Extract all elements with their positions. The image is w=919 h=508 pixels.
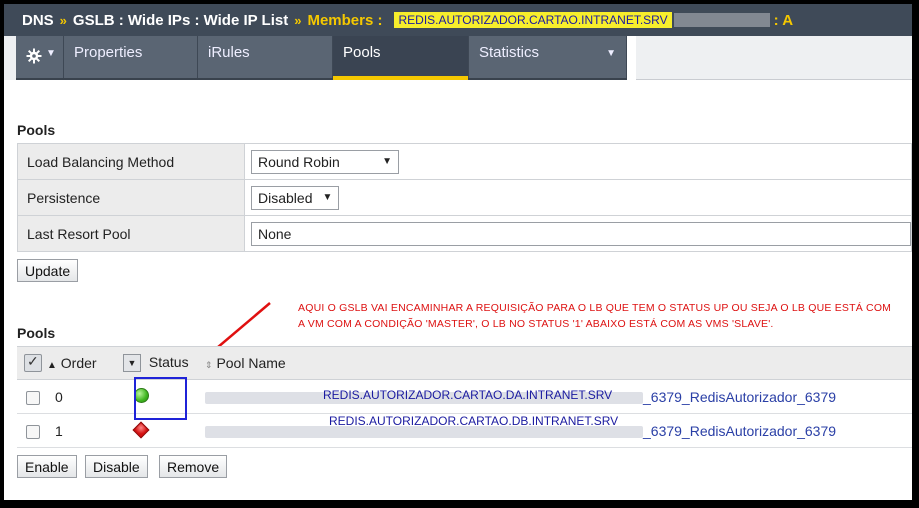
header-checkbox-cell bbox=[17, 346, 47, 380]
column-label: Order bbox=[60, 355, 97, 371]
breadcrumb-member-name: REDIS.AUTORIZADOR.CARTAO.INTRANET.SRV bbox=[394, 12, 672, 28]
header-status[interactable]: ▼ Status bbox=[123, 346, 205, 380]
tab-statistics[interactable]: Statistics ▼ bbox=[469, 36, 627, 78]
gear-icon bbox=[26, 48, 42, 68]
order-cell: 0 bbox=[47, 379, 123, 414]
tab-statistics-label: Statistics bbox=[479, 44, 540, 61]
breadcrumb-dns[interactable]: DNS bbox=[22, 12, 54, 29]
annotation-note: AQUI O GSLB VAI ENCAMINHAR A REQUISIÇÃO … bbox=[298, 302, 892, 330]
row-checkbox-cell bbox=[17, 413, 47, 448]
tab-properties[interactable]: Properties bbox=[64, 36, 198, 78]
tab-irules[interactable]: iRules bbox=[198, 36, 333, 78]
pools-table-title: Pools bbox=[17, 325, 56, 341]
main-frame: DNS » GSLB : Wide IPs : Wide IP List » M… bbox=[4, 4, 912, 500]
chevron-down-icon: ▼ bbox=[46, 48, 56, 59]
setting-row: Last Resort Pool None bbox=[17, 215, 912, 252]
column-label: Status bbox=[148, 353, 189, 370]
chevron-down-icon: ▼ bbox=[322, 192, 333, 203]
table-header: ▲ Order ▼ Status ⇕ Pool Name bbox=[17, 346, 912, 380]
header-order[interactable]: ▲ Order bbox=[47, 346, 123, 380]
sort-icon: ⇕ bbox=[205, 360, 213, 370]
chevron-down-icon: ▼ bbox=[382, 156, 392, 167]
setting-value-cell: Disabled ▼ bbox=[244, 179, 912, 216]
breadcrumb-separator: » bbox=[294, 12, 302, 28]
pool-name-highlight: REDIS.AUTORIZADOR.CARTAO.DB.INTRANET.SRV bbox=[329, 414, 619, 428]
row-checkbox[interactable] bbox=[26, 424, 40, 439]
sort-up-icon: ▲ bbox=[47, 360, 57, 371]
tab-bar: ▼ Properties iRules Pools Statistics ▼ bbox=[16, 36, 627, 80]
redacted-text bbox=[673, 13, 770, 27]
pool-settings-table: Load Balancing Method Round Robin ▼ Pers… bbox=[17, 143, 912, 252]
column-label: Pool Name bbox=[216, 355, 286, 371]
setting-label: Load Balancing Method bbox=[17, 143, 245, 180]
filter-dropdown-icon[interactable]: ▼ bbox=[123, 354, 141, 373]
enable-button[interactable]: Enable bbox=[17, 455, 77, 478]
pool-link[interactable]: _6379_RedisAutorizador_6379 bbox=[643, 423, 836, 439]
breadcrumb-separator: » bbox=[59, 12, 67, 28]
tabs-background bbox=[636, 36, 912, 80]
breadcrumb: DNS » GSLB : Wide IPs : Wide IP List » M… bbox=[4, 4, 912, 36]
breadcrumb-member-type: : A bbox=[773, 11, 794, 29]
disable-button[interactable]: Disable bbox=[85, 455, 148, 478]
select-value: Round Robin bbox=[258, 153, 340, 170]
setting-row: Persistence Disabled ▼ bbox=[17, 179, 912, 216]
last-resort-pool-select[interactable]: None bbox=[251, 221, 911, 246]
setting-label: Persistence bbox=[17, 179, 245, 216]
load-balancing-method-select[interactable]: Round Robin ▼ bbox=[251, 149, 399, 174]
pool-settings-title: Pools bbox=[17, 122, 56, 138]
setting-row: Load Balancing Method Round Robin ▼ bbox=[17, 143, 912, 180]
row-checkbox[interactable] bbox=[26, 390, 40, 405]
red-diamond-icon bbox=[132, 421, 150, 438]
select-value: Disabled bbox=[258, 189, 313, 206]
update-button[interactable]: Update bbox=[17, 259, 79, 282]
persistence-select[interactable]: Disabled ▼ bbox=[251, 185, 340, 210]
select-all-checkbox[interactable] bbox=[24, 353, 42, 373]
pool-name-highlight: REDIS.AUTORIZADOR.CARTAO.DA.INTRANET.SRV bbox=[323, 388, 613, 402]
chevron-down-icon: ▼ bbox=[606, 48, 616, 59]
status-callout-box bbox=[134, 377, 187, 420]
setting-value-cell: None bbox=[244, 215, 912, 252]
remove-button[interactable]: Remove bbox=[159, 455, 228, 478]
tab-gear-menu[interactable]: ▼ bbox=[16, 36, 64, 78]
header-pool-name[interactable]: ⇕ Pool Name bbox=[205, 346, 912, 380]
breadcrumb-members-label: Members : bbox=[307, 11, 383, 29]
row-checkbox-cell bbox=[17, 379, 47, 414]
setting-label: Last Resort Pool bbox=[17, 215, 245, 252]
tabs-spacer bbox=[4, 36, 16, 80]
select-value: None bbox=[258, 225, 292, 242]
tab-pools[interactable]: Pools bbox=[333, 36, 469, 80]
setting-value-cell: Round Robin ▼ bbox=[244, 143, 912, 180]
breadcrumb-wide-ip-list[interactable]: GSLB : Wide IPs : Wide IP List bbox=[73, 12, 288, 29]
order-cell: 1 bbox=[47, 413, 123, 448]
pool-link[interactable]: _6379_RedisAutorizador_6379 bbox=[643, 389, 836, 405]
